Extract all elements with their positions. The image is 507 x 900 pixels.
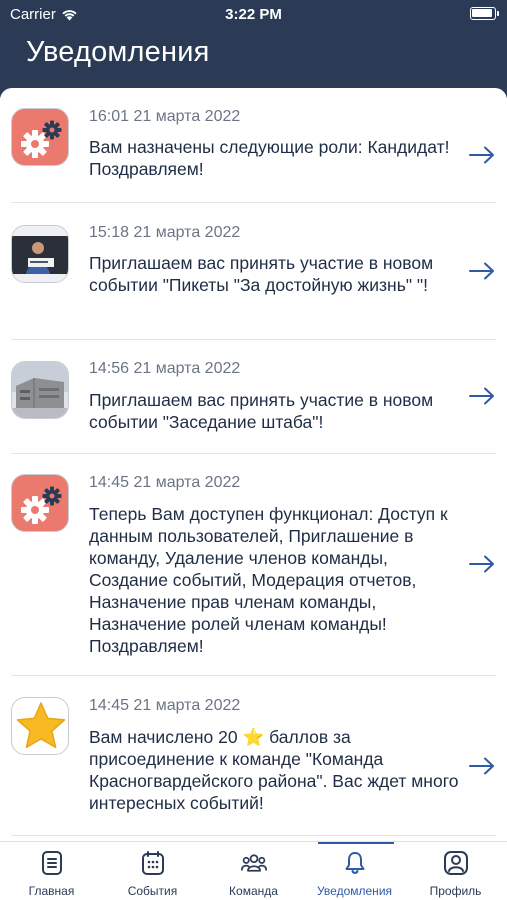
notification-time: 14:45 21 марта 2022 [89,697,241,714]
arrow-right-icon[interactable] [469,262,495,280]
tab-profile[interactable]: Профиль [405,842,506,900]
calendar-icon [141,851,164,875]
notification-item[interactable]: 16:01 21 марта 2022 Вам назначены следую… [0,98,507,202]
tab-label: Команда [229,884,278,898]
status-bar: Carrier 3:22 PM [0,0,507,28]
arrow-right-icon[interactable] [469,146,495,164]
notification-message: Вам назначены следующие роли: Кандидат! … [89,137,450,179]
app-header: Carrier 3:22 PM Уведомления [0,0,507,98]
notification-time: 16:01 21 марта 2022 [89,108,241,125]
notification-item[interactable]: 14:45 21 марта 2022 Вам начислено 20 ⭐ б… [0,675,507,835]
notification-item[interactable]: 15:18 21 марта 2022 Приглашаем вас приня… [0,202,507,339]
arrow-right-icon[interactable] [469,757,495,775]
notification-time: 14:45 21 марта 2022 [89,474,241,491]
notification-message: Вам начислено 20 ⭐ баллов за присоединен… [89,727,459,813]
battery-icon [470,7,499,20]
gear-icon [11,108,69,166]
tab-team[interactable]: Команда [203,842,304,900]
arrow-right-icon[interactable] [469,555,495,573]
notification-message: Теперь Вам доступен функционал: Доступ к… [89,504,448,656]
tab-bar: Главная События Команда Уведомления Проф… [0,841,507,900]
notification-time: 14:56 21 марта 2022 [89,360,241,377]
tab-label: Главная [28,884,75,898]
gear-icon [11,474,69,532]
tab-label: События [127,884,178,898]
divider [11,835,496,836]
tab-label: Уведомления [316,884,393,898]
notification-item[interactable]: 14:45 21 марта 2022 Теперь Вам доступен … [0,453,507,675]
person-photo [11,225,69,283]
profile-icon [443,851,468,875]
notification-message: Приглашаем вас принять участие в новом с… [89,253,434,295]
tab-events[interactable]: События [102,842,203,900]
document-icon [41,851,62,875]
tab-notifications[interactable]: Уведомления [304,842,405,900]
notification-time: 15:18 21 марта 2022 [89,224,241,241]
tab-home[interactable]: Главная [1,842,102,900]
notification-message: Приглашаем вас принять участие в новом с… [89,390,434,432]
bell-icon [345,852,364,874]
tab-label: Профиль [429,884,482,898]
clock: 3:22 PM [225,6,282,23]
page-title: Уведомления [26,36,210,68]
notifications-list[interactable]: 16:01 21 марта 2022 Вам назначены следую… [0,88,507,841]
team-icon [240,854,267,872]
star-icon [11,697,69,755]
building-photo [11,361,69,419]
notification-item[interactable]: 14:56 21 марта 2022 Приглашаем вас приня… [0,339,507,453]
arrow-right-icon[interactable] [469,387,495,405]
